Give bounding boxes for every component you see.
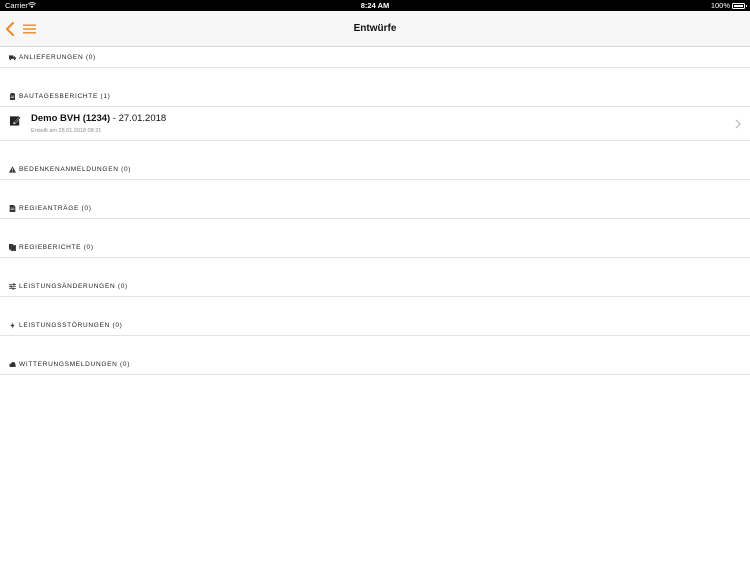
draft-title: Demo BVH (1234) - 27.01.2018 (31, 113, 166, 124)
section-header-leistungsaenderungen: LEISTUNGSÄNDERUNGEN (0) (0, 258, 750, 297)
battery-icon (732, 2, 747, 9)
section-label: LEISTUNGSSTÖRUNGEN (0) (19, 321, 123, 329)
bolt-icon (10, 321, 15, 329)
draft-row[interactable]: Demo BVH (1234) - 27.01.2018 Erstellt am… (0, 107, 750, 141)
copy-icon (9, 243, 16, 251)
clipboard-icon (10, 92, 15, 100)
draft-date: - 27.01.2018 (110, 113, 167, 124)
document-icon (9, 204, 16, 212)
section-label: WITTERUNGSMELDUNGEN (0) (19, 360, 131, 368)
sliders-icon (9, 282, 16, 290)
warning-icon (9, 165, 16, 173)
draft-created-date: Erstellt am 28.01.2018 08:21 (31, 128, 102, 134)
section-header-witterungsmeldungen: WITTERUNGSMELDUNGEN (0) (0, 336, 750, 375)
drafts-list: ANLIEFERUNGEN (0) BAUTAGESBERICHTE (1) D… (0, 47, 750, 375)
section-header-bautagesberichte: BAUTAGESBERICHTE (1) (0, 68, 750, 107)
section-label: LEISTUNGSÄNDERUNGEN (0) (19, 282, 128, 290)
section-label: BAUTAGESBERICHTE (1) (19, 92, 111, 100)
chevron-right-icon (735, 119, 741, 129)
section-label: REGIEBERICHTE (0) (19, 243, 94, 251)
navigation-bar: Entwürfe (0, 11, 750, 47)
section-header-anlieferungen: ANLIEFERUNGEN (0) (0, 47, 750, 68)
status-bar: Carrier 8:24 AM 100% (0, 0, 750, 11)
section-header-bedenkenanmeldungen: BEDENKENANMELDUNGEN (0) (0, 141, 750, 180)
section-header-regieberichte: REGIEBERICHTE (0) (0, 219, 750, 258)
page-title: Entwürfe (353, 23, 397, 34)
draft-project-name: Demo BVH (1234) (31, 113, 111, 124)
section-label: BEDENKENANMELDUNGEN (0) (19, 165, 132, 173)
truck-icon (9, 54, 16, 60)
section-label: ANLIEFERUNGEN (0) (19, 53, 96, 61)
section-header-leistungsstoerungen: LEISTUNGSSTÖRUNGEN (0) (0, 297, 750, 336)
clock: 8:24 AM (360, 1, 390, 10)
section-label: REGIEANTRÄGE (0) (19, 204, 92, 212)
cloud-icon (9, 361, 16, 367)
edit-document-icon (10, 116, 21, 126)
section-header-regieantraege: REGIEANTRÄGE (0) (0, 180, 750, 219)
battery-percentage: 100% (710, 1, 730, 10)
